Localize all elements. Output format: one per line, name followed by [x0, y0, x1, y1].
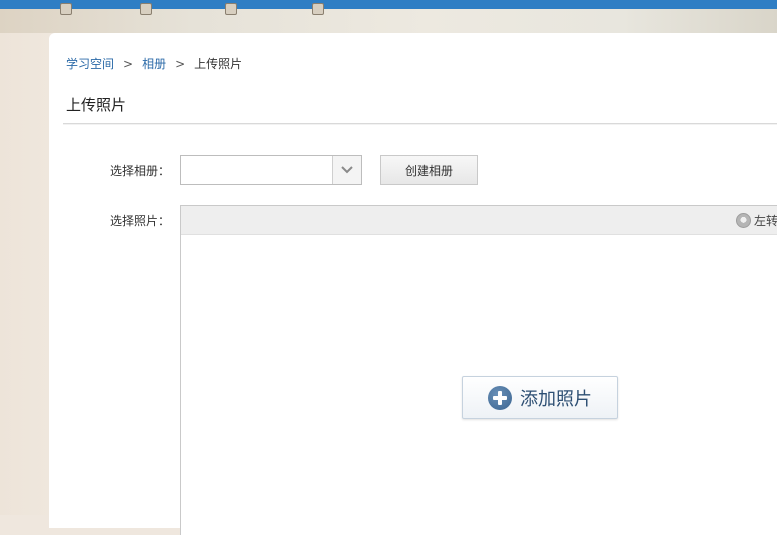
- nav-icon: [140, 3, 152, 15]
- rotate-left-button[interactable]: 左转: [736, 212, 777, 229]
- left-background: [0, 33, 49, 515]
- rotate-left-label: 左转: [754, 214, 777, 228]
- select-album-label: 选择相册：: [110, 164, 171, 178]
- plus-circle-icon: [488, 385, 512, 410]
- breadcrumb-separator: >: [175, 56, 186, 71]
- nav-icon: [60, 3, 72, 15]
- album-select[interactable]: [180, 155, 362, 185]
- header-banner: [0, 3, 777, 33]
- photo-uploader: 左转 添加照片: [180, 205, 777, 535]
- uploader-toolbar: 左转: [181, 206, 777, 235]
- banner-nav-item[interactable]: [60, 3, 72, 15]
- create-album-button[interactable]: 创建相册: [380, 155, 478, 185]
- breadcrumb: 学习空间 > 相册 > 上传照片: [66, 55, 242, 72]
- add-photo-label: 添加照片: [520, 388, 592, 410]
- breadcrumb-current: 上传照片: [194, 57, 243, 71]
- banner-nav-item[interactable]: [225, 3, 237, 15]
- nav-icon: [225, 3, 237, 15]
- page-title: 上传照片: [66, 96, 127, 114]
- title-divider: [63, 123, 777, 125]
- rotate-left-icon: [736, 213, 751, 228]
- breadcrumb-separator: >: [123, 56, 134, 71]
- breadcrumb-album-link[interactable]: 相册: [142, 55, 166, 72]
- chevron-down-icon[interactable]: [332, 156, 361, 184]
- top-strip: [0, 0, 777, 9]
- breadcrumb-home-link[interactable]: 学习空间: [66, 55, 114, 72]
- nav-icon: [312, 3, 324, 15]
- main-panel: 学习空间 > 相册 > 上传照片 上传照片 选择相册： 创建相册 选择照片： 左…: [49, 33, 777, 535]
- add-photo-button[interactable]: 添加照片: [462, 376, 618, 419]
- banner-nav-item[interactable]: [312, 3, 324, 15]
- banner-nav-item[interactable]: [140, 3, 152, 15]
- select-photo-label: 选择照片：: [110, 214, 171, 228]
